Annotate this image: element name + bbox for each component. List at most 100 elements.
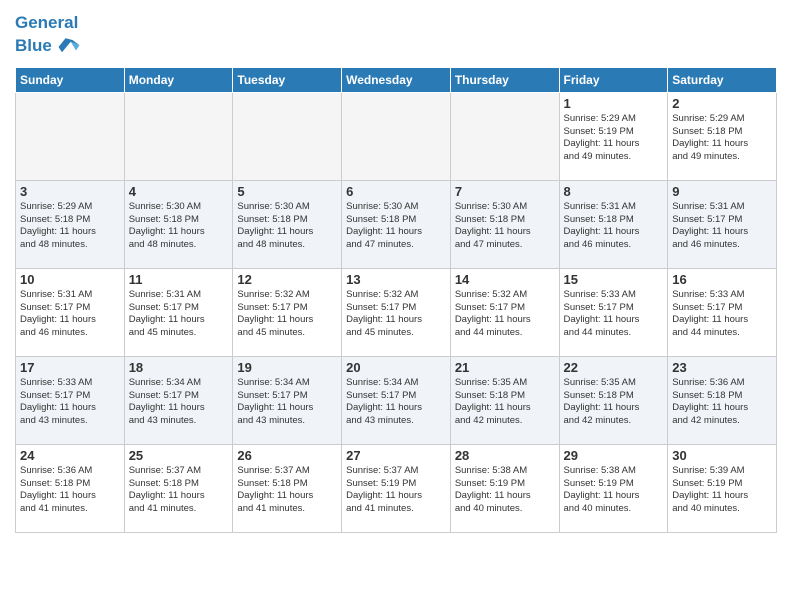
calendar-week-row: 10 Sunrise: 5:31 AM Sunset: 5:17 PM Dayli…	[16, 268, 777, 356]
calendar-cell: 9 Sunrise: 5:31 AM Sunset: 5:17 PM Daylig…	[668, 180, 777, 268]
calendar-cell: 13 Sunrise: 5:32 AM Sunset: 5:17 PM Dayli…	[342, 268, 451, 356]
day-info: Sunrise: 5:37 AM Sunset: 5:19 PM Dayligh…	[346, 465, 446, 516]
logo-blue: Blue	[15, 37, 52, 56]
weekday-header-row: SundayMondayTuesdayWednesdayThursdayFrid…	[16, 67, 777, 92]
day-number: 21	[455, 360, 555, 375]
weekday-header-monday: Monday	[124, 67, 233, 92]
day-info: Sunrise: 5:29 AM Sunset: 5:19 PM Dayligh…	[564, 113, 664, 164]
day-info: Sunrise: 5:37 AM Sunset: 5:18 PM Dayligh…	[129, 465, 229, 516]
calendar-cell: 29 Sunrise: 5:38 AM Sunset: 5:19 PM Dayli…	[559, 444, 668, 532]
day-number: 5	[237, 184, 337, 199]
calendar-week-row: 1 Sunrise: 5:29 AM Sunset: 5:19 PM Daylig…	[16, 92, 777, 180]
day-number: 30	[672, 448, 772, 463]
day-number: 2	[672, 96, 772, 111]
calendar-table: SundayMondayTuesdayWednesdayThursdayFrid…	[15, 67, 777, 533]
calendar-cell: 30 Sunrise: 5:39 AM Sunset: 5:19 PM Dayli…	[668, 444, 777, 532]
day-number: 24	[20, 448, 120, 463]
day-info: Sunrise: 5:30 AM Sunset: 5:18 PM Dayligh…	[129, 201, 229, 252]
day-info: Sunrise: 5:30 AM Sunset: 5:18 PM Dayligh…	[346, 201, 446, 252]
day-info: Sunrise: 5:31 AM Sunset: 5:17 PM Dayligh…	[129, 289, 229, 340]
day-info: Sunrise: 5:35 AM Sunset: 5:18 PM Dayligh…	[455, 377, 555, 428]
page: General Blue SundayMondayTuesdayWednesda…	[0, 0, 792, 548]
logo-text: General	[15, 14, 83, 33]
day-info: Sunrise: 5:31 AM Sunset: 5:17 PM Dayligh…	[672, 201, 772, 252]
calendar-cell: 6Sunrise: 5:30 AM Sunset: 5:18 PM Daylig…	[342, 180, 451, 268]
day-number: 15	[564, 272, 664, 287]
day-number: 1	[564, 96, 664, 111]
calendar-week-row: 3 Sunrise: 5:29 AM Sunset: 5:18 PM Daylig…	[16, 180, 777, 268]
day-info: Sunrise: 5:34 AM Sunset: 5:17 PM Dayligh…	[346, 377, 446, 428]
calendar-cell	[16, 92, 125, 180]
day-info: Sunrise: 5:31 AM Sunset: 5:17 PM Dayligh…	[20, 289, 120, 340]
day-number: 10	[20, 272, 120, 287]
day-info: Sunrise: 5:29 AM Sunset: 5:18 PM Dayligh…	[20, 201, 120, 252]
day-number: 14	[455, 272, 555, 287]
day-number: 29	[564, 448, 664, 463]
day-info: Sunrise: 5:36 AM Sunset: 5:18 PM Dayligh…	[20, 465, 120, 516]
day-number: 7	[455, 184, 555, 199]
day-info: Sunrise: 5:34 AM Sunset: 5:17 PM Dayligh…	[129, 377, 229, 428]
day-number: 19	[237, 360, 337, 375]
day-number: 26	[237, 448, 337, 463]
calendar-cell: 18 Sunrise: 5:34 AM Sunset: 5:17 PM Dayli…	[124, 356, 233, 444]
day-number: 16	[672, 272, 772, 287]
weekday-header-wednesday: Wednesday	[342, 67, 451, 92]
day-info: Sunrise: 5:32 AM Sunset: 5:17 PM Dayligh…	[455, 289, 555, 340]
calendar-week-row: 17 Sunrise: 5:33 AM Sunset: 5:17 PM Dayli…	[16, 356, 777, 444]
calendar-cell: 21 Sunrise: 5:35 AM Sunset: 5:18 PM Dayli…	[450, 356, 559, 444]
day-number: 27	[346, 448, 446, 463]
day-info: Sunrise: 5:31 AM Sunset: 5:18 PM Dayligh…	[564, 201, 664, 252]
calendar-cell: 7Sunrise: 5:30 AM Sunset: 5:18 PM Daylig…	[450, 180, 559, 268]
calendar-cell: 2 Sunrise: 5:29 AM Sunset: 5:18 PM Daylig…	[668, 92, 777, 180]
day-info: Sunrise: 5:37 AM Sunset: 5:18 PM Dayligh…	[237, 465, 337, 516]
day-info: Sunrise: 5:32 AM Sunset: 5:17 PM Dayligh…	[346, 289, 446, 340]
day-info: Sunrise: 5:36 AM Sunset: 5:18 PM Dayligh…	[672, 377, 772, 428]
calendar-cell: 5 Sunrise: 5:30 AM Sunset: 5:18 PM Daylig…	[233, 180, 342, 268]
day-info: Sunrise: 5:32 AM Sunset: 5:17 PM Dayligh…	[237, 289, 337, 340]
weekday-header-tuesday: Tuesday	[233, 67, 342, 92]
calendar-cell: 16Sunrise: 5:33 AM Sunset: 5:17 PM Dayli…	[668, 268, 777, 356]
calendar-cell: 28Sunrise: 5:38 AM Sunset: 5:19 PM Dayli…	[450, 444, 559, 532]
day-info: Sunrise: 5:38 AM Sunset: 5:19 PM Dayligh…	[455, 465, 555, 516]
day-number: 9	[672, 184, 772, 199]
calendar-cell: 8 Sunrise: 5:31 AM Sunset: 5:18 PM Daylig…	[559, 180, 668, 268]
day-info: Sunrise: 5:33 AM Sunset: 5:17 PM Dayligh…	[20, 377, 120, 428]
weekday-header-friday: Friday	[559, 67, 668, 92]
day-info: Sunrise: 5:39 AM Sunset: 5:19 PM Dayligh…	[672, 465, 772, 516]
calendar-cell: 17 Sunrise: 5:33 AM Sunset: 5:17 PM Dayli…	[16, 356, 125, 444]
calendar-cell: 12 Sunrise: 5:32 AM Sunset: 5:17 PM Dayli…	[233, 268, 342, 356]
weekday-header-sunday: Sunday	[16, 67, 125, 92]
day-info: Sunrise: 5:38 AM Sunset: 5:19 PM Dayligh…	[564, 465, 664, 516]
calendar-cell: 22 Sunrise: 5:35 AM Sunset: 5:18 PM Dayli…	[559, 356, 668, 444]
day-number: 17	[20, 360, 120, 375]
day-info: Sunrise: 5:35 AM Sunset: 5:18 PM Dayligh…	[564, 377, 664, 428]
calendar-cell: 26 Sunrise: 5:37 AM Sunset: 5:18 PM Dayli…	[233, 444, 342, 532]
day-number: 12	[237, 272, 337, 287]
day-number: 11	[129, 272, 229, 287]
day-number: 3	[20, 184, 120, 199]
calendar-cell: 15 Sunrise: 5:33 AM Sunset: 5:17 PM Dayli…	[559, 268, 668, 356]
day-number: 22	[564, 360, 664, 375]
day-number: 18	[129, 360, 229, 375]
calendar-cell: 25Sunrise: 5:37 AM Sunset: 5:18 PM Dayli…	[124, 444, 233, 532]
header: General Blue	[15, 10, 777, 61]
calendar-cell: 24 Sunrise: 5:36 AM Sunset: 5:18 PM Dayli…	[16, 444, 125, 532]
calendar-cell	[124, 92, 233, 180]
weekday-header-saturday: Saturday	[668, 67, 777, 92]
logo-general: General	[15, 13, 78, 32]
day-info: Sunrise: 5:29 AM Sunset: 5:18 PM Dayligh…	[672, 113, 772, 164]
day-info: Sunrise: 5:33 AM Sunset: 5:17 PM Dayligh…	[564, 289, 664, 340]
day-number: 23	[672, 360, 772, 375]
logo-bird-icon	[55, 33, 83, 61]
calendar-cell: 23 Sunrise: 5:36 AM Sunset: 5:18 PM Dayli…	[668, 356, 777, 444]
calendar-cell: 4Sunrise: 5:30 AM Sunset: 5:18 PM Daylig…	[124, 180, 233, 268]
calendar-cell: 11 Sunrise: 5:31 AM Sunset: 5:17 PM Dayli…	[124, 268, 233, 356]
day-number: 13	[346, 272, 446, 287]
calendar-cell: 20Sunrise: 5:34 AM Sunset: 5:17 PM Dayli…	[342, 356, 451, 444]
calendar-cell	[342, 92, 451, 180]
calendar-cell: 10 Sunrise: 5:31 AM Sunset: 5:17 PM Dayli…	[16, 268, 125, 356]
day-number: 8	[564, 184, 664, 199]
day-info: Sunrise: 5:34 AM Sunset: 5:17 PM Dayligh…	[237, 377, 337, 428]
day-info: Sunrise: 5:30 AM Sunset: 5:18 PM Dayligh…	[237, 201, 337, 252]
calendar-cell	[233, 92, 342, 180]
